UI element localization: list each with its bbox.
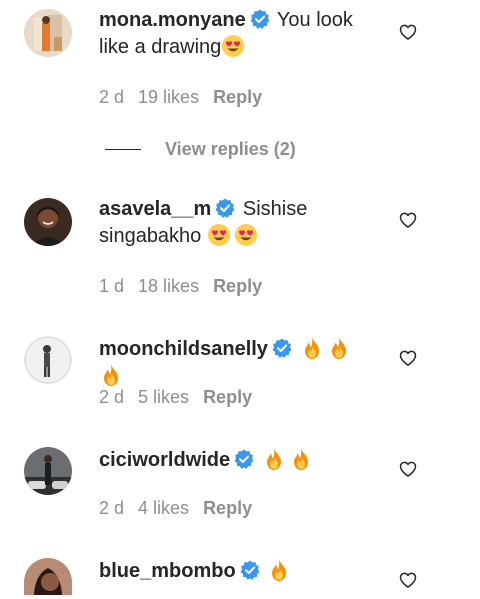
comment-time: 1 d [99, 276, 125, 296]
divider [105, 148, 141, 150]
comment-time: 2 d [99, 387, 125, 407]
like-count[interactable]: 4 likes [138, 498, 189, 518]
reply-button[interactable]: Reply [213, 276, 262, 296]
like-count[interactable]: 18 likes [138, 276, 199, 296]
username[interactable]: mona.monyane [99, 9, 246, 31]
avatar[interactable] [24, 198, 72, 246]
like-heart-icon[interactable] [398, 210, 418, 230]
fire-icon [289, 447, 313, 471]
comment-meta: 2 d 19 likes Reply [99, 87, 276, 108]
like-heart-icon[interactable] [398, 22, 418, 42]
fire-icon [267, 558, 291, 582]
reply-button[interactable]: Reply [203, 387, 252, 407]
like-heart-icon[interactable] [398, 570, 418, 590]
comment-text: mona.monyane You look like a drawing [99, 7, 379, 61]
reply-button[interactable]: Reply [213, 87, 262, 107]
comment-text: moonchildsanelly [99, 336, 379, 390]
view-replies-row[interactable]: View replies (2) [105, 139, 296, 159]
verified-badge-icon [272, 338, 292, 358]
like-heart-icon[interactable] [398, 459, 418, 479]
username[interactable]: asavela__m [99, 198, 211, 220]
avatar[interactable] [24, 558, 72, 595]
fire-icon [327, 336, 351, 360]
username[interactable]: moonchildsanelly [99, 338, 268, 360]
username[interactable]: blue_mbombo [99, 560, 236, 582]
fire-icon [99, 363, 123, 387]
view-replies-button[interactable]: View replies (2) [165, 139, 296, 160]
comment-text: ciciworldwide [99, 447, 379, 474]
comment-meta: 1 d 18 likes Reply [99, 276, 276, 297]
comment-meta: 2 d 5 likes Reply [99, 387, 266, 408]
username[interactable]: ciciworldwide [99, 449, 230, 471]
like-count[interactable]: 5 likes [138, 387, 189, 407]
comment-text: asavela__m Sishise singabakho [99, 196, 379, 250]
verified-badge-icon [240, 560, 260, 580]
heart-eyes-face-icon [221, 34, 245, 58]
verified-badge-icon [215, 198, 235, 218]
comment-time: 2 d [99, 498, 125, 518]
like-count[interactable]: 19 likes [138, 87, 199, 107]
reply-button[interactable]: Reply [203, 498, 252, 518]
heart-eyes-face-icon [234, 223, 258, 247]
verified-badge-icon [250, 9, 270, 29]
comment-meta: 2 d 4 likes Reply [99, 498, 266, 519]
verified-badge-icon [234, 449, 254, 469]
like-heart-icon[interactable] [398, 348, 418, 368]
fire-icon [300, 336, 324, 360]
avatar[interactable] [24, 9, 72, 57]
heart-eyes-face-icon [207, 223, 231, 247]
fire-icon [262, 447, 286, 471]
comment-time: 2 d [99, 87, 125, 107]
avatar[interactable] [24, 336, 72, 384]
avatar[interactable] [24, 447, 72, 495]
comment-text: blue_mbombo [99, 558, 379, 585]
